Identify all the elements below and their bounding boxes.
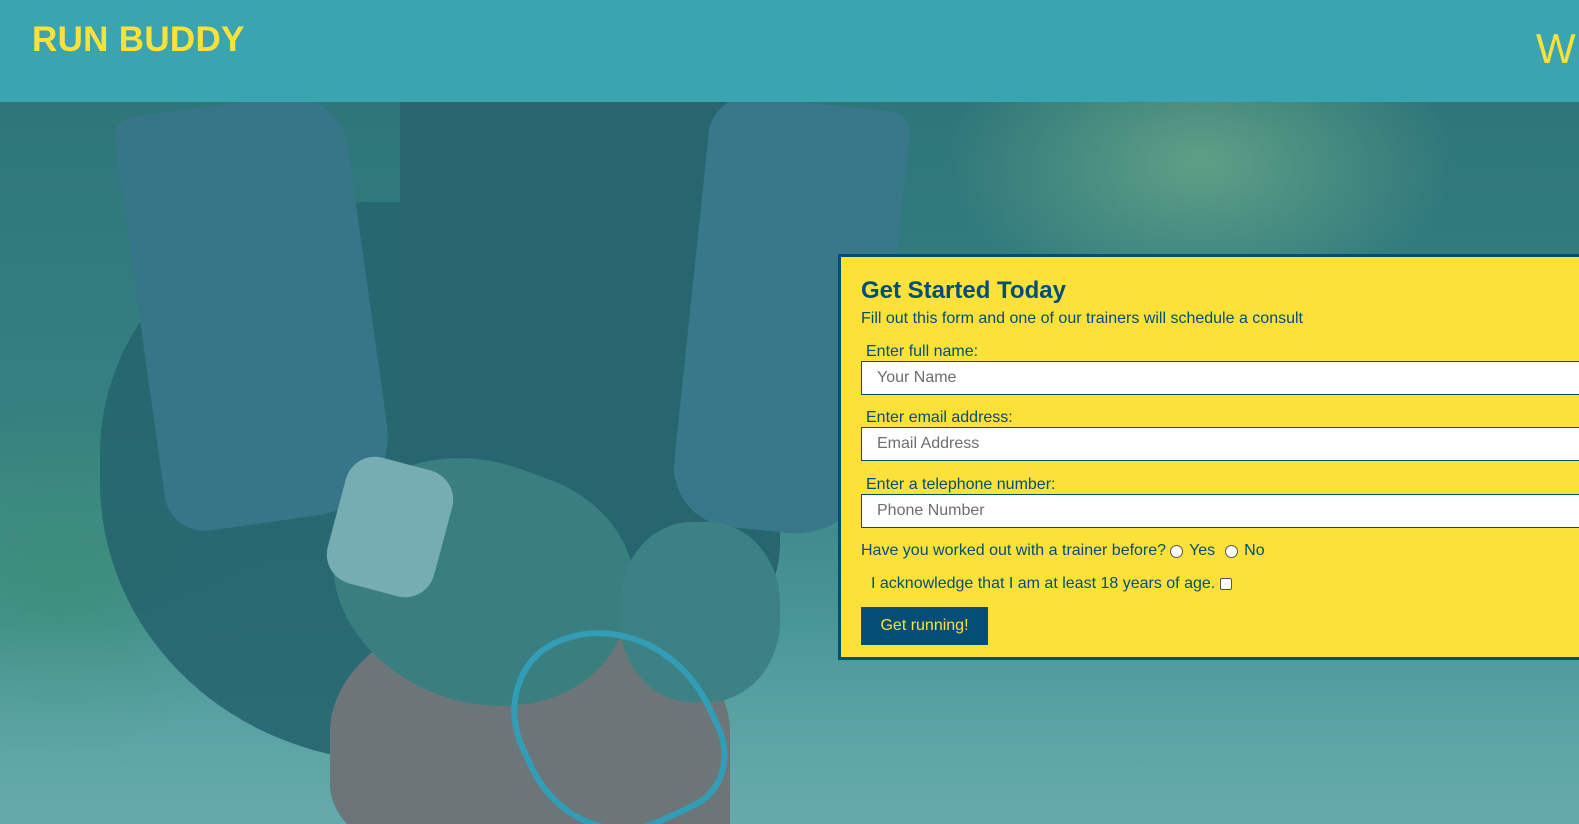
nav-link-partial[interactable]: W	[1536, 25, 1576, 73]
phone-input[interactable]	[861, 494, 1579, 528]
get-started-form: Get Started Today Fill out this form and…	[838, 254, 1579, 660]
get-running-button[interactable]: Get running!	[861, 607, 988, 645]
age-acknowledge-label[interactable]: I acknowledge that I am at least 18 year…	[871, 575, 1215, 593]
trainer-question-label: Have you worked out with a trainer befor…	[861, 542, 1167, 559]
site-header: RUN BUDDY W	[0, 0, 1579, 102]
email-label: Enter email address:	[866, 409, 1013, 426]
trainer-no-radio[interactable]	[1225, 544, 1239, 558]
trainer-no-label[interactable]: No	[1244, 542, 1264, 560]
form-subtitle: Fill out this form and one of our traine…	[861, 310, 1303, 327]
age-acknowledge-checkbox[interactable]	[1220, 578, 1233, 590]
form-title: Get Started Today	[861, 277, 1066, 304]
name-input[interactable]	[861, 361, 1579, 395]
age-acknowledge-row: I acknowledge that I am at least 18 year…	[871, 575, 1233, 593]
name-label: Enter full name:	[866, 343, 979, 360]
email-input[interactable]	[861, 427, 1579, 461]
site-logo[interactable]: RUN BUDDY	[32, 20, 245, 60]
trainer-question-row: Have you worked out with a trainer befor…	[861, 542, 1271, 560]
trainer-yes-radio[interactable]	[1170, 544, 1184, 558]
trainer-yes-label[interactable]: Yes	[1189, 542, 1215, 560]
phone-label: Enter a telephone number:	[866, 476, 1056, 493]
